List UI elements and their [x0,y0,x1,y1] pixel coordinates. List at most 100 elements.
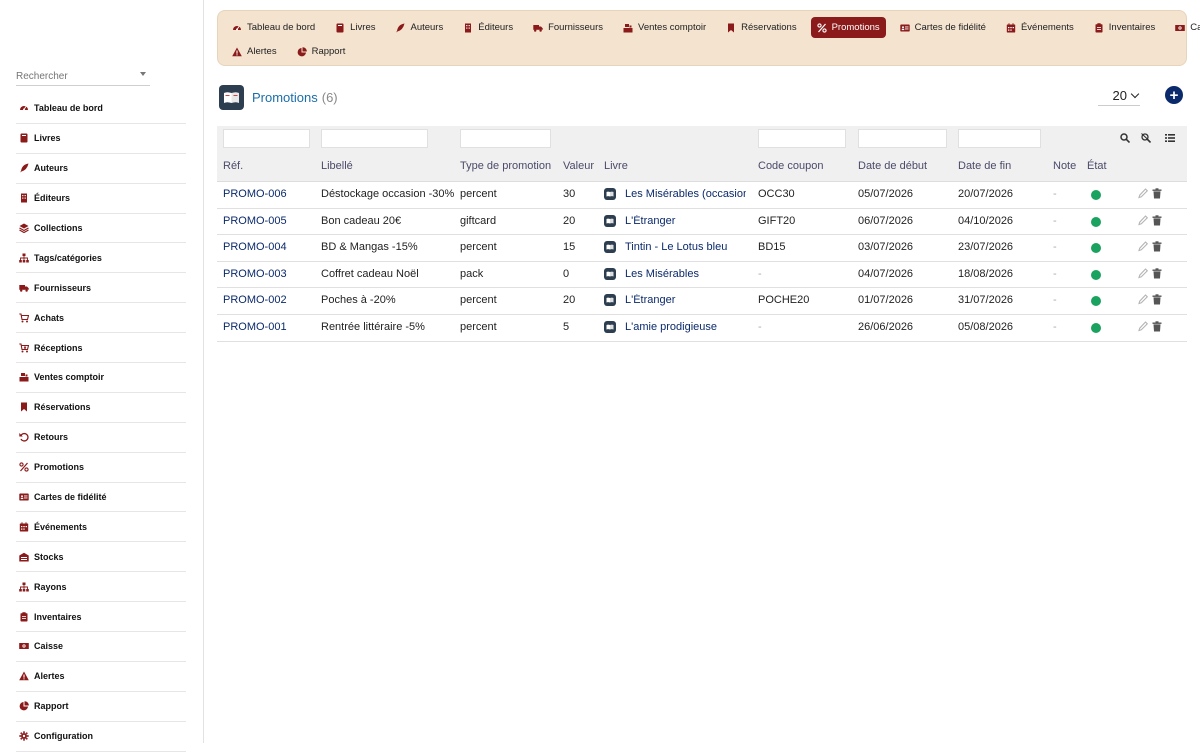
delete-trash-icon[interactable] [1152,241,1162,252]
promotion-ref-link[interactable]: PROMO-006 [223,188,313,200]
sidebar-item-evenements[interactable]: Événements [16,512,186,543]
chevron-down-icon[interactable] [140,72,146,76]
book-link[interactable]: L'Étranger [604,294,746,307]
search-icon[interactable] [1119,132,1131,144]
table-row[interactable]: PROMO-001 Rentrée littéraire -5% percent 5 -… [217,315,1187,342]
top-nav-alertes[interactable]: Alertes [226,41,283,62]
note-cell: - [1053,241,1057,254]
column-header-label[interactable]: Libellé [321,160,353,172]
promotion-ref-link[interactable]: PROMO-002 [223,294,313,306]
sidebar-item-editeurs[interactable]: Éditeurs [16,184,186,214]
column-header-coupon[interactable]: Code coupon [758,160,823,172]
sidebar-item-retours[interactable]: Retours [16,423,186,453]
top-nav-reservations[interactable]: Réservations [720,17,802,38]
book-link[interactable]: L'amie prodigieuse [604,320,746,333]
sidebar-item-ventes-comptoir[interactable]: Ventes comptoir [16,363,186,393]
top-nav-tableau-de-bord[interactable]: Tableau de bord [226,17,321,38]
column-header-note[interactable]: Note [1053,160,1076,172]
pie-chart-icon [297,46,307,57]
filter-type-input[interactable] [460,129,551,148]
sidebar-item-tableau-de-bord[interactable]: Tableau de bord [16,94,186,124]
table-row[interactable]: PROMO-006 Déstockage occasion -30% percent… [217,182,1187,209]
delete-trash-icon[interactable] [1152,294,1162,305]
sidebar-item-label: Alertes [34,671,65,682]
top-nav-inventaires[interactable]: Inventaires [1088,17,1161,38]
book-link[interactable]: Les Misérables (occasion) [604,188,746,200]
filter-start-date-input[interactable] [858,129,947,148]
sidebar-item-rayons[interactable]: Rayons [16,572,186,603]
sidebar-item-tags-categories[interactable]: Tags/catégories [16,243,186,274]
top-nav-promotions[interactable]: Promotions [810,17,886,38]
promotion-ref-link[interactable]: PROMO-003 [223,268,313,280]
sidebar-item-alertes[interactable]: Alertes [16,662,186,692]
sidebar-item-promotions[interactable]: Promotions [16,453,186,483]
column-header-book[interactable]: Livre [604,160,628,172]
sidebar-item-achats[interactable]: Achats [16,303,186,334]
coupon-code-cell: - [758,267,762,280]
top-nav-evenements[interactable]: Événements [1000,17,1080,38]
book-open-icon [219,84,244,110]
edit-pencil-icon[interactable] [1138,321,1148,332]
sidebar-item-caisse[interactable]: Caisse [16,632,186,662]
clear-search-icon[interactable] [1140,132,1152,144]
column-header-ref[interactable]: Réf. [223,160,243,172]
top-nav-caisse[interactable]: Caisse [1169,17,1200,38]
column-header-status[interactable]: État [1087,160,1107,172]
promotion-ref-link[interactable]: PROMO-001 [223,321,313,333]
table-row[interactable]: PROMO-004 BD & Mangas -15% percent 15 BD15 03… [217,235,1187,262]
promotion-value-cell: 30 [563,188,576,200]
top-nav-ventes-comptoir[interactable]: Ventes comptoir [617,17,712,38]
truck-icon [19,283,29,293]
column-header-start-date[interactable]: Date de début [858,160,927,172]
sidebar-search[interactable] [16,66,150,86]
top-nav-livres[interactable]: Livres [329,17,381,38]
per-page-select[interactable]: 20 [1098,86,1140,106]
book-link[interactable]: Tintin - Le Lotus bleu [604,241,746,254]
table-row[interactable]: PROMO-002 Poches à -20% percent 20 POCHE20 01… [217,288,1187,315]
delete-trash-icon[interactable] [1152,321,1162,332]
sidebar-item-receptions[interactable]: Réceptions [16,333,186,364]
filter-ref-input[interactable] [223,129,310,148]
sidebar-item-fournisseurs[interactable]: Fournisseurs [16,273,186,304]
edit-pencil-icon[interactable] [1138,214,1148,226]
filter-coupon-input[interactable] [758,129,846,148]
top-nav-editeurs[interactable]: Éditeurs [457,17,519,38]
sidebar-item-rapport[interactable]: Rapport [16,692,186,722]
edit-pencil-icon[interactable] [1138,267,1148,279]
promotion-ref-link[interactable]: PROMO-004 [223,241,313,253]
top-nav-cartes-de-fidelite[interactable]: Cartes de fidélité [894,17,992,38]
top-nav-auteurs[interactable]: Auteurs [389,17,449,38]
top-nav-fournisseurs[interactable]: Fournisseurs [527,17,609,38]
book-link[interactable]: Les Misérables [604,267,746,280]
table-row[interactable]: PROMO-003 Coffret cadeau Noël pack 0 - 04/07/… [217,262,1187,289]
filter-end-date-input[interactable] [958,129,1041,148]
filter-label-input[interactable] [321,129,428,148]
sidebar-item-inventaires[interactable]: Inventaires [16,602,186,633]
delete-trash-icon[interactable] [1152,188,1162,199]
delete-trash-icon[interactable] [1152,268,1162,279]
sidebar-item-collections[interactable]: Collections [16,214,186,244]
sidebar-item-configuration[interactable]: Configuration [16,722,186,752]
column-header-end-date[interactable]: Date de fin [958,160,1011,172]
sidebar-item-reservations[interactable]: Réservations [16,393,186,423]
edit-pencil-icon[interactable] [1138,188,1148,199]
sidebar-item-auteurs[interactable]: Auteurs [16,154,186,184]
gauge-icon [232,23,242,33]
page-title: Promotions [252,89,318,105]
promotion-ref-link[interactable]: PROMO-005 [223,215,313,227]
delete-trash-icon[interactable] [1152,214,1162,226]
edit-pencil-icon[interactable] [1138,294,1148,305]
sidebar-item-livres[interactable]: Livres [16,124,186,154]
column-header-value[interactable]: Valeur [563,160,594,172]
sidebar-item-cartes-de-fidelite[interactable]: Cartes de fidélité [16,483,186,513]
top-nav-rapport[interactable]: Rapport [291,41,352,62]
table-row[interactable]: PROMO-005 Bon cadeau 20€ giftcard 20 GIFT20 0… [217,209,1187,236]
column-header-type[interactable]: Type de promotion [460,160,551,172]
edit-pencil-icon[interactable] [1138,241,1148,252]
book-link[interactable]: L'Étranger [604,214,746,227]
add-promotion-button[interactable]: + [1165,86,1183,104]
top-nav-label: Tableau de bord [247,22,316,33]
column-list-icon[interactable] [1164,132,1176,144]
search-input[interactable] [16,67,126,82]
sidebar-item-stocks[interactable]: Stocks [16,542,186,573]
